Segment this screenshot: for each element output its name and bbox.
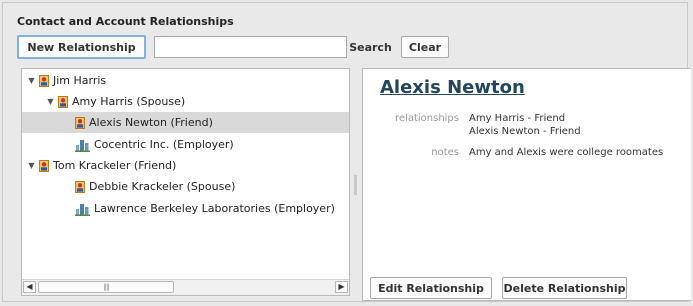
building-icon [75, 139, 90, 152]
tree-item-lawrence-berkeley[interactable]: Lawrence Berkeley Laboratories (Employer… [75, 198, 335, 219]
tree-item-label: Lawrence Berkeley Laboratories (Employer… [94, 202, 335, 215]
person-icon [58, 95, 68, 108]
expand-toggle-icon[interactable]: ▼ [46, 97, 55, 106]
relationship-tree[interactable]: ▼ Jim Harris ▼ Amy Harris (Spouse) Alexi… [21, 68, 350, 296]
expand-toggle-icon[interactable]: ▼ [27, 161, 36, 170]
clear-button[interactable]: Clear [401, 36, 449, 58]
person-icon [39, 159, 49, 172]
scroll-left-icon[interactable]: ◀ [23, 281, 36, 293]
pane-splitter-handle[interactable] [354, 175, 357, 195]
notes-label: notes [431, 147, 459, 158]
search-button[interactable]: Search [347, 36, 394, 58]
tree-item-debbie-krackeler[interactable]: Debbie Krackeler (Spouse) [75, 176, 235, 197]
person-icon [39, 74, 49, 87]
panel-title: Contact and Account Relationships [17, 15, 234, 28]
horizontal-scrollbar[interactable]: ◀ |||| ▶ [22, 279, 349, 295]
relationship-value: Alexis Newton - Friend [469, 126, 581, 137]
tree-item-label: Alexis Newton (Friend) [89, 116, 213, 129]
relationship-detail: Alexis Newton relationships Amy Harris -… [362, 68, 691, 301]
person-icon [75, 180, 85, 193]
expand-toggle-icon[interactable]: ▼ [27, 76, 36, 85]
tree-item-label: Tom Krackeler (Friend) [53, 159, 177, 172]
tree-item-label: Jim Harris [53, 74, 107, 87]
delete-relationship-button[interactable]: Delete Relationship [502, 277, 627, 299]
person-icon [75, 116, 85, 129]
tree-item-cocentric[interactable]: Cocentric Inc. (Employer) [75, 134, 234, 155]
scrollbar-thumb[interactable]: |||| [38, 281, 174, 293]
tree-item-jim-harris[interactable]: ▼ Jim Harris [27, 70, 106, 91]
building-icon [75, 203, 90, 216]
scroll-right-icon[interactable]: ▶ [335, 281, 348, 293]
relationship-value: Amy Harris - Friend [469, 113, 566, 124]
tree-item-tom-krackeler[interactable]: ▼ Tom Krackeler (Friend) [27, 155, 176, 176]
tree-item-alexis-newton[interactable]: Alexis Newton (Friend) [22, 112, 349, 133]
tree-item-amy-harris[interactable]: ▼ Amy Harris (Spouse) [46, 91, 185, 112]
edit-relationship-button[interactable]: Edit Relationship [370, 277, 492, 299]
notes-value: Amy and Alexis were college roomates [469, 147, 664, 158]
contact-name-link[interactable]: Alexis Newton [380, 77, 525, 98]
new-relationship-button[interactable]: New Relationship [17, 35, 146, 59]
search-input[interactable] [154, 36, 347, 58]
tree-item-label: Debbie Krackeler (Spouse) [89, 180, 236, 193]
relationships-panel: Contact and Account Relationships New Re… [2, 2, 691, 302]
relationships-label: relationships [395, 113, 459, 124]
tree-item-label: Amy Harris (Spouse) [72, 95, 186, 108]
tree-item-label: Cocentric Inc. (Employer) [94, 138, 234, 151]
